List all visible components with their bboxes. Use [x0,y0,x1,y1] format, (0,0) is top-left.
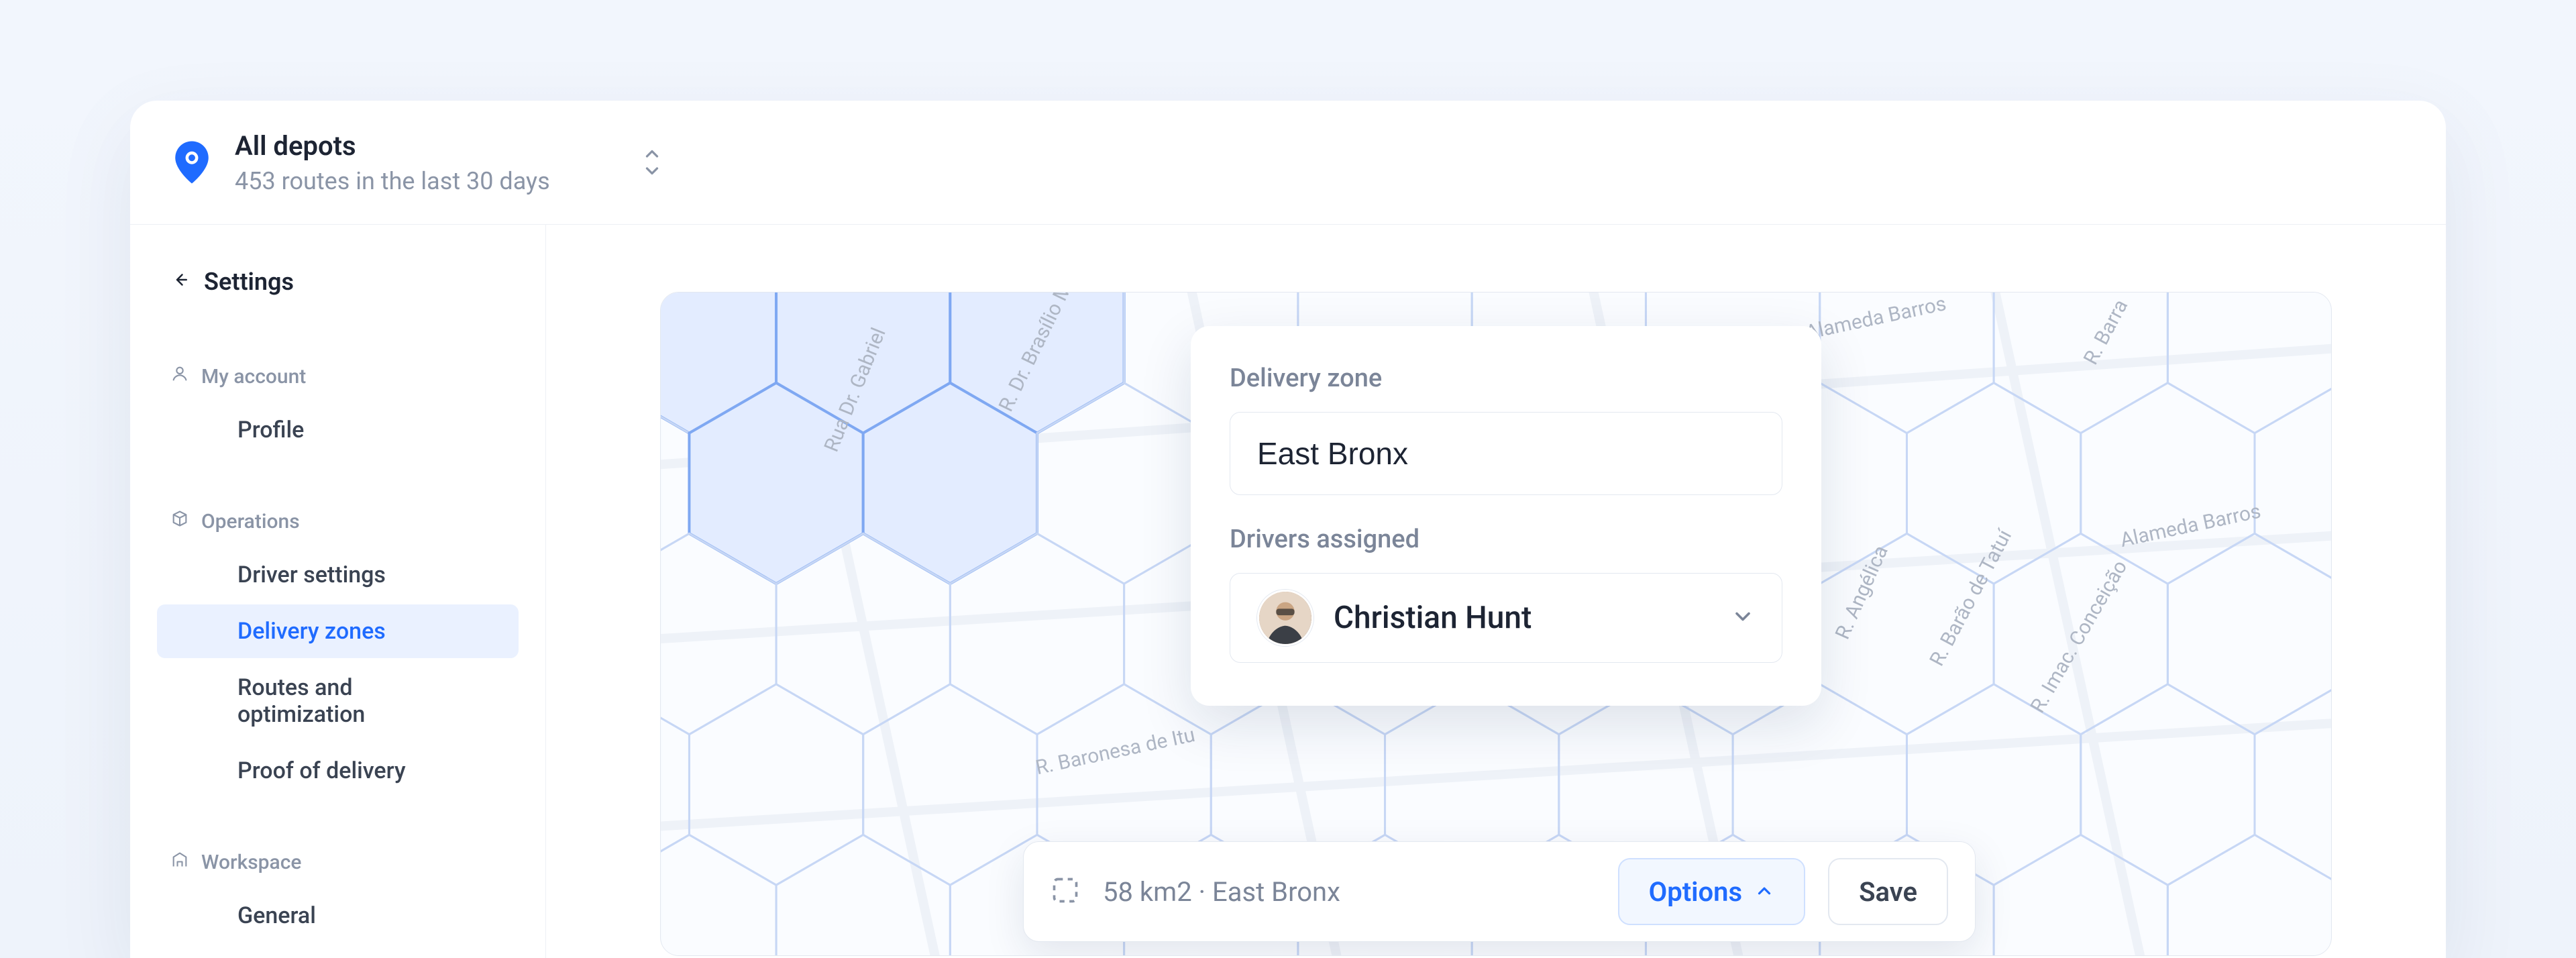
save-label: Save [1859,876,1917,908]
location-pin-icon [170,141,213,184]
depot-subtitle: 453 routes in the last 30 days [235,167,550,195]
options-label: Options [1649,876,1742,908]
sidebar-group-label: My account [201,365,306,388]
zone-name-label: Delivery zone [1230,364,1782,393]
zone-edit-card: Delivery zone Drivers assigned [1191,326,1821,706]
driver-avatar [1257,590,1313,646]
box-icon [170,509,189,533]
sidebar-item-label: General [237,902,316,929]
sidebar-group-workspace: Workspace [130,831,545,886]
sidebar-group-operations: Operations [130,490,545,545]
settings-sidebar: Settings My account Profile [130,225,546,958]
driver-select[interactable]: Christian Hunt [1230,573,1782,663]
sidebar-item-label: Profile [237,417,304,443]
zone-summary-bar: 58 km2 · East Bronx Options Save [1023,841,1976,942]
back-label: Settings [204,268,294,296]
sidebar-group-label: Operations [201,510,300,533]
sidebar-item-label: Driver settings [237,562,386,588]
sidebar-item-label: Routes and optimization [237,674,365,728]
driver-name: Christian Hunt [1334,600,1711,636]
sidebar-item-delivery-zones[interactable]: Delivery zones [157,604,519,658]
chevron-up-icon [1754,876,1774,908]
sidebar-item-general[interactable]: General [157,889,519,943]
save-button[interactable]: Save [1828,858,1948,925]
chevron-down-icon [1731,604,1755,631]
sidebar-item-label: Delivery zones [237,618,386,645]
drivers-label: Drivers assigned [1230,525,1782,554]
zone-name-input[interactable] [1230,412,1782,495]
user-icon [170,364,189,388]
building-icon [170,850,189,874]
sidebar-item-driver-settings[interactable]: Driver settings [157,548,519,602]
sidebar-item-routes-optimization[interactable]: Routes and optimization [157,661,519,741]
zone-summary-text: 58 km2 · East Bronx [1103,876,1595,908]
sidebar-item-profile[interactable]: Profile [157,403,519,457]
app-window: All depots 453 routes in the last 30 day… [130,101,2446,958]
sidebar-group-account: My account [130,345,545,401]
sidebar-item-proof-of-delivery[interactable]: Proof of delivery [157,744,519,798]
back-to-settings[interactable]: Settings [130,252,545,312]
depot-selector[interactable]: All depots 453 routes in the last 30 day… [235,130,550,195]
app-header: All depots 453 routes in the last 30 day… [130,101,2446,225]
selection-icon [1051,875,1080,908]
chevron-up-down-icon[interactable] [639,142,665,182]
arrow-left-icon [170,268,191,296]
depot-title: All depots [235,130,550,162]
sidebar-item-label: Proof of delivery [237,757,406,784]
sidebar-group-label: Workspace [201,851,301,874]
options-button[interactable]: Options [1618,858,1805,925]
zone-map[interactable]: Rua Dr. GabrielR. Dr. Brasílio MachadoR.… [660,292,2332,956]
main-content: Rua Dr. GabrielR. Dr. Brasílio MachadoR.… [546,225,2446,958]
